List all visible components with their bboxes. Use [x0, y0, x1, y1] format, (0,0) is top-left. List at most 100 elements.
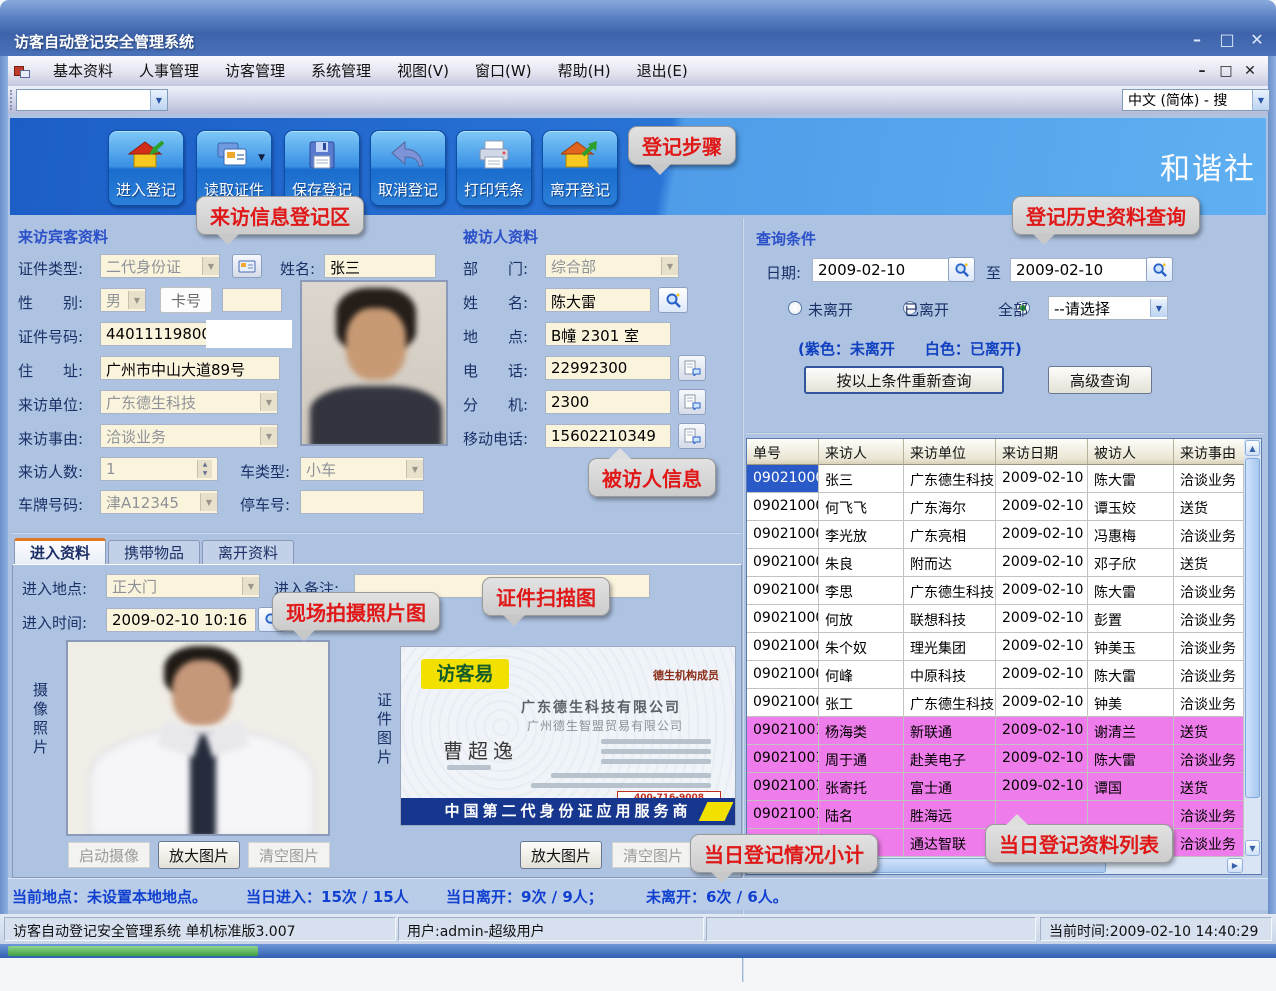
table-cell[interactable]: 090210007 [747, 633, 819, 661]
visited-phone-field[interactable]: 22992300 [545, 356, 671, 380]
scroll-right-icon[interactable]: ▶ [1227, 858, 1243, 873]
menu-item[interactable]: 视图(V) [384, 56, 462, 86]
table-cell[interactable]: 张三 [819, 465, 904, 493]
col-header[interactable]: 被访人 [1088, 439, 1174, 465]
visited-ext-field[interactable]: 2300 [545, 390, 671, 414]
col-header[interactable]: 来访单位 [904, 439, 996, 465]
table-cell[interactable]: 陆名 [819, 801, 904, 829]
visited-mobile-field[interactable]: 15602210349 [545, 424, 671, 448]
table-cell[interactable]: 送货 [1174, 549, 1244, 577]
table-cell[interactable]: 2009-02-10 [996, 521, 1088, 549]
menu-item[interactable]: 人事管理 [126, 56, 212, 86]
card-reader-button[interactable] [232, 254, 262, 278]
table-row[interactable]: 090210007朱个奴理光集团2009-02-10钟美玉洽谈业务 [747, 633, 1244, 661]
read-card-button[interactable]: ▼ 读取证件 [196, 130, 272, 206]
dial-mobile-button[interactable] [678, 423, 706, 449]
table-cell[interactable]: 杨海类 [819, 717, 904, 745]
save-register-button[interactable]: 保存登记 [284, 130, 360, 206]
cancel-register-button[interactable]: 取消登记 [370, 130, 446, 206]
table-row[interactable]: 090210011周于通赴美电子2009-02-10陈大雷洽谈业务 [747, 745, 1244, 773]
table-cell[interactable]: 2009-02-10 [996, 605, 1088, 633]
visitor-name-field[interactable]: 张三 [324, 254, 436, 278]
table-cell[interactable]: 周于通 [819, 745, 904, 773]
table-cell[interactable]: 广东德生科技 [904, 689, 996, 717]
table-cell[interactable]: 何放 [819, 605, 904, 633]
query-select[interactable]: --请选择 ▼ [1048, 296, 1168, 320]
table-cell[interactable]: 附而达 [904, 549, 996, 577]
cert-type-select[interactable]: 二代身份证 ▼ [100, 254, 220, 278]
tab-leave-info[interactable]: 离开资料 [202, 540, 294, 564]
table-cell[interactable]: 广东德生科技 [904, 465, 996, 493]
address-field[interactable]: 广州市中山大道89号 [100, 356, 280, 380]
read-card-dropdown-caret[interactable]: ▼ [258, 153, 265, 163]
table-cell[interactable]: 张寄托 [819, 773, 904, 801]
table-cell[interactable]: 洽谈业务 [1174, 801, 1244, 829]
table-cell[interactable]: 090210012 [747, 773, 819, 801]
table-row[interactable]: 090210012张寄托富士通2009-02-10谭国送货 [747, 773, 1244, 801]
table-row[interactable]: 090210004朱良附而达2009-02-10邓子欣送货 [747, 549, 1244, 577]
table-cell[interactable]: 广东海尔 [904, 493, 996, 521]
toolstrip-combobox[interactable]: ▼ [16, 89, 168, 111]
col-header[interactable]: 来访人 [819, 439, 904, 465]
menu-item[interactable]: 访客管理 [212, 56, 298, 86]
leave-register-button[interactable]: 离开登记 [542, 130, 618, 206]
table-row[interactable]: 090210009张工广东德生科技2009-02-10钟美洽谈业务 [747, 689, 1244, 717]
table-cell[interactable]: 邓子欣 [1088, 549, 1174, 577]
dial-phone-button[interactable] [678, 355, 706, 381]
table-cell[interactable]: 富士通 [904, 773, 996, 801]
table-cell[interactable]: 洽谈业务 [1174, 829, 1244, 857]
table-cell[interactable]: 090210006 [747, 605, 819, 633]
table-row[interactable]: 090210002何飞飞广东海尔2009-02-10谭玉姣送货 [747, 493, 1244, 521]
table-cell[interactable]: 2009-02-10 [996, 745, 1088, 773]
table-cell[interactable]: 090210011 [747, 745, 819, 773]
table-cell[interactable]: 联想科技 [904, 605, 996, 633]
vehicle-type-select[interactable]: 小车 ▼ [300, 457, 424, 481]
table-cell[interactable]: 张工 [819, 689, 904, 717]
card-number-field[interactable] [222, 288, 282, 312]
table-cell[interactable]: 新联通 [904, 717, 996, 745]
chevron-down-icon[interactable]: ▼ [150, 90, 167, 110]
table-cell[interactable]: 2009-02-10 [996, 465, 1088, 493]
mdi-minimize-button[interactable]: – [1190, 63, 1214, 79]
dial-ext-button[interactable] [678, 389, 706, 415]
table-cell[interactable]: 冯惠梅 [1088, 521, 1174, 549]
radio-not-left[interactable] [788, 301, 802, 315]
table-cell[interactable]: 彭置 [1088, 605, 1174, 633]
table-cell[interactable]: 送货 [1174, 773, 1244, 801]
table-cell[interactable]: 洽谈业务 [1174, 633, 1244, 661]
toolstrip-grip[interactable] [10, 90, 14, 110]
people-count-stepper[interactable]: 1 ▲▼ [100, 457, 218, 481]
clear-cert-button[interactable]: 清空图片 [612, 842, 694, 868]
tab-carried-items[interactable]: 携带物品 [108, 540, 200, 564]
table-row[interactable]: 090210005李思广东德生科技2009-02-10陈大雷洽谈业务 [747, 577, 1244, 605]
table-cell[interactable]: 洽谈业务 [1174, 465, 1244, 493]
visited-name-field[interactable]: 陈大雷 [545, 288, 651, 312]
department-select[interactable]: 综合部 ▼ [545, 254, 679, 278]
table-row[interactable]: 090210008何峰中原科技2009-02-10陈大雷洽谈业务 [747, 661, 1244, 689]
table-cell[interactable]: 中原科技 [904, 661, 996, 689]
chevron-down-icon[interactable]: ▼ [1252, 90, 1269, 110]
table-cell[interactable]: 洽谈业务 [1174, 661, 1244, 689]
vertical-scrollbar[interactable]: ▲ ▼ [1244, 439, 1261, 857]
menu-item[interactable]: 帮助(H) [545, 56, 624, 86]
window-restore-button[interactable]: □ [1214, 28, 1240, 52]
col-header[interactable]: 来访日期 [996, 439, 1088, 465]
table-cell[interactable]: 2009-02-10 [996, 717, 1088, 745]
table-cell[interactable]: 2009-02-10 [996, 689, 1088, 717]
table-row[interactable]: 090210006何放联想科技2009-02-10彭置洽谈业务 [747, 605, 1244, 633]
language-selector[interactable]: 中文 (简体) - 搜 ▼ [1122, 89, 1270, 111]
card-number-button[interactable]: 卡号 [160, 287, 212, 313]
table-cell[interactable]: 洽谈业务 [1174, 521, 1244, 549]
table-cell[interactable]: 洽谈业务 [1174, 577, 1244, 605]
enter-register-button[interactable]: 进入登记 [108, 130, 184, 206]
entry-location-select[interactable]: 正大门 ▼ [106, 574, 260, 598]
vertical-scroll-thumb[interactable] [1245, 458, 1260, 798]
scroll-down-icon[interactable]: ▼ [1245, 840, 1260, 856]
table-cell[interactable]: 谭国 [1088, 773, 1174, 801]
parking-no-field[interactable] [300, 490, 424, 514]
start-camera-button[interactable]: 启动摄像 [68, 842, 150, 868]
zoom-cert-button[interactable]: 放大图片 [520, 841, 602, 869]
mdi-close-button[interactable]: ✕ [1238, 63, 1262, 79]
table-cell[interactable]: 陈大雷 [1088, 745, 1174, 773]
menu-item[interactable]: 窗口(W) [462, 56, 545, 86]
